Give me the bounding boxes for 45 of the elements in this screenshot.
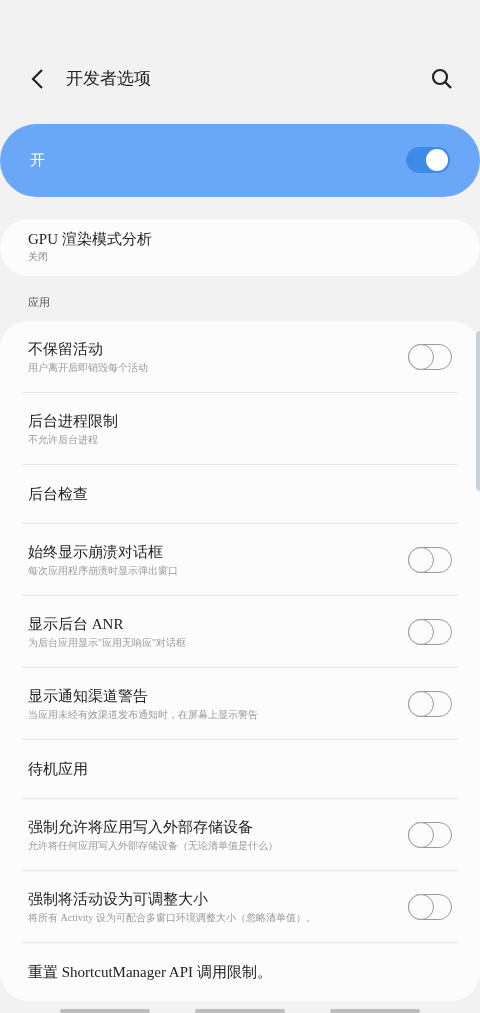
setting-title: 后台进程限制 [28, 411, 118, 431]
setting-title: 重置 ShortcutManager API 调用限制。 [28, 963, 272, 982]
setting-title: 始终显示崩溃对话框 [28, 542, 163, 562]
setting-row[interactable]: 强制将活动设为可调整大小 将所有 Activity 设为可配合多窗口环境调整大小（忽略清单值）。 [22, 871, 458, 942]
setting-title: 不保留活动 [28, 339, 103, 359]
search-icon [431, 67, 453, 90]
setting-row[interactable]: 后台检查 [22, 465, 458, 523]
setting-title: 待机应用 [28, 760, 88, 779]
setting-summary: 当应用未经有效渠道发布通知时，在屏幕上显示警告 [28, 707, 258, 722]
setting-row[interactable]: 始终显示崩溃对话框 每次应用程序崩溃时显示弹出窗口 [22, 524, 458, 595]
setting-row[interactable]: 强制允许将应用写入外部存储设备 允许将任何应用写入外部存储设备（无论清单值是什么） [22, 799, 458, 870]
toggle-switch[interactable] [408, 821, 452, 848]
setting-summary: 允许将任何应用写入外部存储设备（无论清单值是什么） [28, 838, 278, 853]
setting-row[interactable]: 重置 ShortcutManager API 调用限制。 [22, 943, 458, 1001]
setting-summary: 为后台应用显示"应用无响应"对话框 [28, 635, 187, 650]
setting-summary: 关闭 [28, 250, 49, 265]
setting-row[interactable]: 待机应用 [22, 740, 458, 798]
setting-summary: 用户离开后即销毁每个活动 [28, 360, 148, 375]
toggle-switch[interactable] [408, 343, 452, 370]
setting-row[interactable]: 显示通知渠道警告 当应用未经有效渠道发布通知时，在屏幕上显示警告 [22, 668, 458, 739]
setting-title: 显示后台 ANR [28, 614, 124, 634]
toggle-switch[interactable] [406, 147, 450, 174]
section-header: 应用 [27, 295, 51, 311]
setting-title: 显示通知渠道警告 [28, 686, 148, 706]
setting-title: 强制将活动设为可调整大小 [28, 889, 208, 909]
setting-summary: 不允许后台进程 [28, 432, 98, 447]
toggle-switch[interactable] [408, 893, 452, 920]
master-switch-label: 开 [30, 150, 46, 170]
setting-row[interactable]: 不保留活动 用户离开后即销毁每个活动 [22, 321, 458, 392]
setting-row[interactable]: 后台进程限制 不允许后台进程 [22, 393, 458, 464]
page-title: 开发者选项 [66, 68, 152, 91]
setting-summary: 每次应用程序崩溃时显示弹出窗口 [28, 563, 178, 578]
toggle-switch[interactable] [408, 618, 452, 645]
setting-summary: 将所有 Activity 设为可配合多窗口环境调整大小（忽略清单值）。 [28, 910, 316, 925]
setting-title: 强制允许将应用写入外部存储设备 [28, 817, 253, 837]
back-icon [30, 67, 44, 90]
toggle-switch[interactable] [408, 546, 452, 573]
nav-handle[interactable] [195, 1009, 285, 1013]
setting-row[interactable]: 显示后台 ANR 为后台应用显示"应用无响应"对话框 [22, 596, 458, 667]
nav-handle[interactable] [60, 1009, 150, 1013]
setting-title: 后台检查 [28, 485, 88, 504]
nav-handle[interactable] [330, 1009, 420, 1013]
gpu-setting-card[interactable]: GPU 渲染模式分析 关闭 [0, 219, 480, 276]
setting-title: GPU 渲染模式分析 [28, 230, 153, 250]
toggle-switch[interactable] [408, 690, 452, 717]
